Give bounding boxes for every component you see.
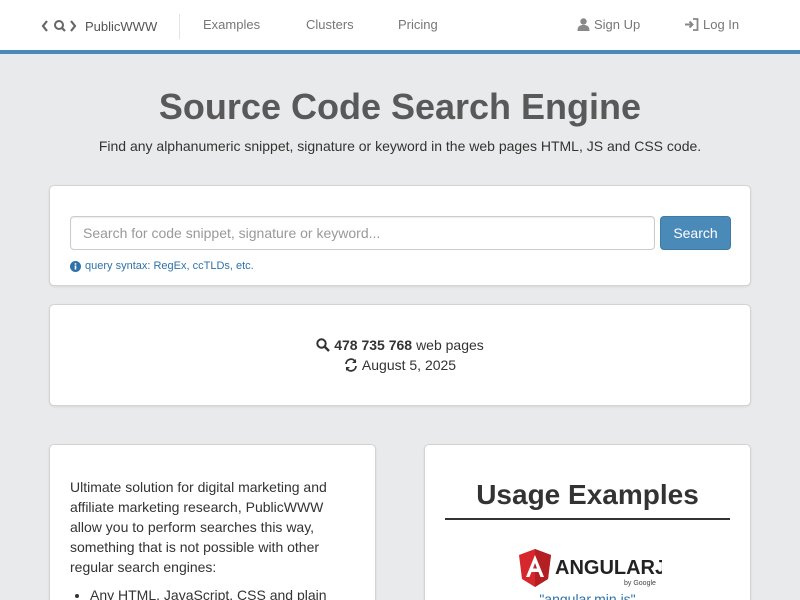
usage-examples-panel: Usage Examples ANGULARJS by Google "angu… xyxy=(424,444,751,600)
search-icon xyxy=(316,338,331,352)
user-icon xyxy=(577,18,590,31)
sign-in-icon xyxy=(685,18,699,31)
brand-name: PublicWWW xyxy=(85,18,158,34)
page-count-row: 478 735 768 web pages xyxy=(50,337,750,353)
login-label: Log In xyxy=(703,17,740,32)
page-count-label: web pages xyxy=(416,337,484,353)
description-panel: Ultimate solution for digital marketing … xyxy=(49,444,376,600)
refresh-icon xyxy=(345,358,357,372)
nav-divider xyxy=(179,14,180,39)
login-link[interactable]: Log In xyxy=(685,17,739,32)
nav-link-clusters[interactable]: Clusters xyxy=(306,17,354,32)
title-divider xyxy=(445,518,730,520)
update-date-row: August 5, 2025 xyxy=(50,357,750,373)
top-navbar: PublicWWW Examples Clusters Pricing Sign… xyxy=(0,0,800,54)
page-count: 478 735 768 xyxy=(334,337,413,353)
search-input[interactable] xyxy=(70,216,655,250)
query-syntax-link[interactable]: query syntax: RegEx, ccTLDs, etc. xyxy=(70,260,254,272)
description-text: Ultimate solution for digital marketing … xyxy=(70,479,327,575)
search-panel: Search query syntax: RegEx, ccTLDs, etc. xyxy=(49,185,751,286)
angularjs-logo-text: ANGULARJS xyxy=(555,557,662,579)
angularjs-logo[interactable]: ANGULARJS by Google xyxy=(517,549,662,589)
brand-logo-icon xyxy=(41,19,79,33)
signup-link[interactable]: Sign Up xyxy=(577,17,640,32)
usage-example-link[interactable]: "angular.min.js" xyxy=(425,591,750,600)
search-button[interactable]: Search xyxy=(660,216,731,250)
brand-link[interactable]: PublicWWW xyxy=(41,16,157,36)
page-title: Source Code Search Engine xyxy=(158,86,642,127)
nav-link-pricing[interactable]: Pricing xyxy=(398,17,438,32)
stats-panel: 478 735 768 web pages August 5, 2025 xyxy=(49,304,751,406)
info-icon xyxy=(70,260,81,272)
nav-link-examples[interactable]: Examples xyxy=(203,17,260,32)
signup-label: Sign Up xyxy=(594,17,641,32)
feature-list: Any HTML, JavaScript, CSS and plain xyxy=(90,585,350,600)
update-date: August 5, 2025 xyxy=(361,357,457,373)
angularjs-logo-by: by Google xyxy=(624,580,656,587)
query-syntax-label: query syntax: RegEx, ccTLDs, etc. xyxy=(85,260,254,272)
page-subtitle: Find any alphanumeric snippet, signature… xyxy=(98,138,702,154)
usage-examples-title: Usage Examples xyxy=(476,479,699,510)
feature-list-item: Any HTML, JavaScript, CSS and plain xyxy=(90,585,350,600)
